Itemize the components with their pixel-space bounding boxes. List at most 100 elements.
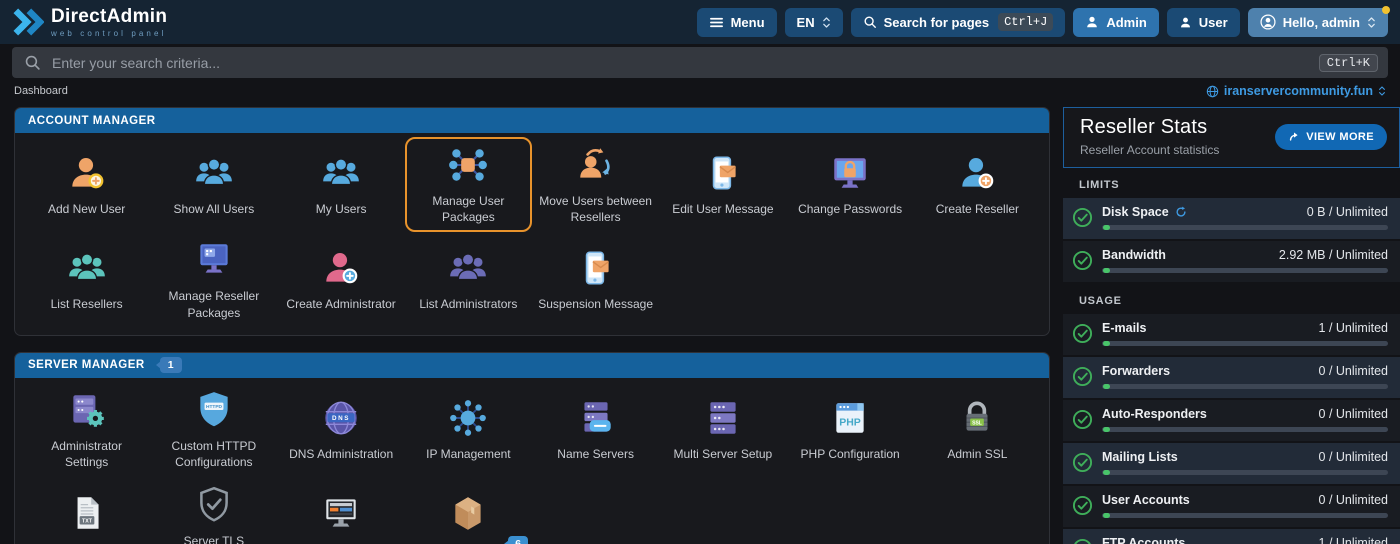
account-menu-button[interactable]: Hello, admin: [1247, 5, 1390, 37]
tile-manage-user-packages[interactable]: Manage User Packages: [404, 137, 532, 233]
chevron-updown-icon: [1367, 16, 1376, 29]
stat-value: 0 B / Unlimited: [1306, 205, 1388, 219]
directadmin-logo[interactable]: DirectAdmin web control panel: [10, 7, 167, 38]
php-window-icon: PHP: [829, 397, 871, 439]
tile-add-new-user[interactable]: Add New User: [23, 137, 150, 232]
phone-mail-icon: [575, 247, 617, 289]
topbar: DirectAdmin web control panel Menu EN Se…: [0, 0, 1400, 44]
main-content: ACCOUNT MANAGER Add New User Show All User…: [0, 103, 1400, 544]
tile-manage-reseller-packages[interactable]: Manage Reseller Packages: [150, 232, 277, 327]
monitor-build-icon: [320, 492, 362, 534]
section-panel-server-manager: SERVER MANAGER 1 Administrator Settings HTT…: [14, 351, 1050, 544]
section-title: ACCOUNT MANAGER: [28, 114, 156, 127]
tile-list-administrators[interactable]: List Administrators: [405, 232, 532, 327]
tile-administrator-settings[interactable]: Administrator Settings: [23, 382, 150, 477]
search-icon: [24, 54, 41, 71]
stat-name: User Accounts: [1102, 493, 1190, 507]
tile-label: Manage User Packages: [432, 194, 505, 225]
tile-admin-ssl[interactable]: SSL Admin SSL: [914, 382, 1041, 477]
tile-suspension-message[interactable]: Suspension Message: [532, 232, 659, 327]
user-level-label: User: [1198, 14, 1228, 30]
tile-my-users[interactable]: My Users: [278, 137, 405, 232]
language-value: EN: [796, 14, 815, 30]
tile-label: Name Servers: [557, 446, 634, 461]
tile-system-packages[interactable]: System Packages6: [405, 477, 532, 544]
section-title: SERVER MANAGER: [28, 359, 145, 372]
usage-progress-bar: [1102, 268, 1388, 273]
tile-change-passwords[interactable]: Change Passwords: [787, 137, 914, 232]
domain-selector[interactable]: iranservercommunity.fun: [1206, 84, 1386, 98]
svg-text:TXT: TXT: [82, 519, 93, 525]
package-box-icon: [447, 492, 489, 534]
tile-label: Suspension Message: [538, 297, 653, 312]
stat-row-bandwidth: Bandwidth 2.92 MB / Unlimited: [1063, 241, 1400, 282]
tile-dns-administration[interactable]: DNS DNS Administration: [278, 382, 405, 477]
globe-icon: [1206, 85, 1219, 98]
tile-label: Custom HTTPD Configurations: [171, 438, 257, 469]
refresh-icon[interactable]: [1175, 206, 1187, 218]
greeting-label: Hello, admin: [1282, 14, 1360, 30]
language-select[interactable]: EN: [784, 7, 843, 37]
tile-ip-management[interactable]: IP Management: [405, 382, 532, 477]
tile-list-resellers[interactable]: List Resellers: [23, 232, 150, 327]
sidebar-subtitle: Reseller Account statistics: [1080, 143, 1220, 157]
stat-name: Forwarders: [1102, 364, 1171, 378]
tile-label: Change Passwords: [798, 202, 903, 217]
stat-value: 0 / Unlimited: [1318, 450, 1388, 464]
tile-create-reseller[interactable]: Create Reseller: [914, 137, 1041, 232]
tile-label: Manage Reseller Packages: [168, 289, 260, 320]
search-icon: [863, 15, 877, 29]
shield-check-icon: [193, 484, 235, 526]
admin-level-button[interactable]: Admin: [1073, 7, 1159, 37]
stat-row-mailing-lists: Mailing Lists 0 / Unlimited: [1063, 443, 1400, 484]
tile-custom-httpd-configurations[interactable]: HTTPD Custom HTTPD Configurations: [150, 382, 277, 477]
tile-show-all-users[interactable]: Show All Users: [150, 137, 277, 232]
admin-level-label: Admin: [1106, 14, 1147, 30]
tile-label: IP Management: [426, 446, 511, 461]
tile-grid: Add New User Show All Users My Users Manage…: [15, 133, 1049, 335]
check-circle-icon: [1072, 250, 1093, 271]
stat-name: Disk Space: [1102, 205, 1187, 219]
view-more-button[interactable]: VIEW MORE: [1275, 123, 1387, 150]
user-swap-icon: [575, 144, 617, 186]
hub-orange-icon: [447, 144, 489, 186]
person-icon: [1085, 15, 1099, 29]
servers-tag-icon: [575, 397, 617, 439]
menu-button[interactable]: Menu: [696, 7, 777, 37]
servers-icon: [702, 397, 744, 439]
breadcrumb-row: Dashboard iranservercommunity.fun: [0, 82, 1400, 103]
tile-create-administrator[interactable]: Create Administrator: [278, 232, 405, 327]
usage-progress-bar: [1102, 225, 1388, 230]
view-more-label: VIEW MORE: [1306, 130, 1374, 143]
search-input[interactable]: [52, 54, 1308, 71]
tile-grid: Administrator Settings HTTPD Custom HTTPD …: [15, 378, 1049, 544]
users-blue-icon: [193, 152, 235, 194]
tile-php-configuration[interactable]: PHP PHP Configuration: [787, 382, 914, 477]
stat-row-disk-space: Disk Space 0 B / Unlimited: [1063, 198, 1400, 239]
tile-label: Show All Users: [173, 202, 255, 217]
tile-label: List Resellers: [50, 297, 123, 312]
tile-edit-user-message[interactable]: Edit User Message: [659, 137, 786, 232]
usage-progress-bar: [1102, 470, 1388, 475]
person-icon: [1179, 16, 1192, 29]
check-circle-icon: [1072, 323, 1093, 344]
tile-multi-server-setup[interactable]: Multi Server Setup: [659, 382, 786, 477]
breadcrumb[interactable]: Dashboard: [14, 85, 68, 97]
tile-custombuild[interactable]: CustomBuild: [278, 477, 405, 544]
global-search-box[interactable]: Ctrl+K: [12, 47, 1388, 78]
tile-name-servers[interactable]: Name Servers: [532, 382, 659, 477]
tile-server-tls-certificate[interactable]: Server TLS Certificate: [150, 477, 277, 544]
tile-move-users-between-resellers[interactable]: Move Users between Resellers: [532, 137, 659, 232]
tile-label: Add New User: [47, 202, 126, 217]
user-plus-pink-icon: [320, 247, 362, 289]
stat-value: 1 / Unlimited: [1318, 536, 1388, 544]
usage-progress-bar: [1102, 341, 1388, 346]
usage-progress-bar: [1102, 384, 1388, 389]
logo-title: DirectAdmin: [51, 5, 168, 27]
monitor-apps-icon: [193, 239, 235, 281]
tile-security-txt-report[interactable]: TXTSecurity.txt Report: [23, 477, 150, 544]
user-level-button[interactable]: User: [1166, 7, 1240, 37]
svg-text:DNS: DNS: [332, 415, 350, 422]
stat-row-user-accounts: User Accounts 0 / Unlimited: [1063, 486, 1400, 527]
page-search-button[interactable]: Search for pages Ctrl+J: [850, 7, 1066, 37]
